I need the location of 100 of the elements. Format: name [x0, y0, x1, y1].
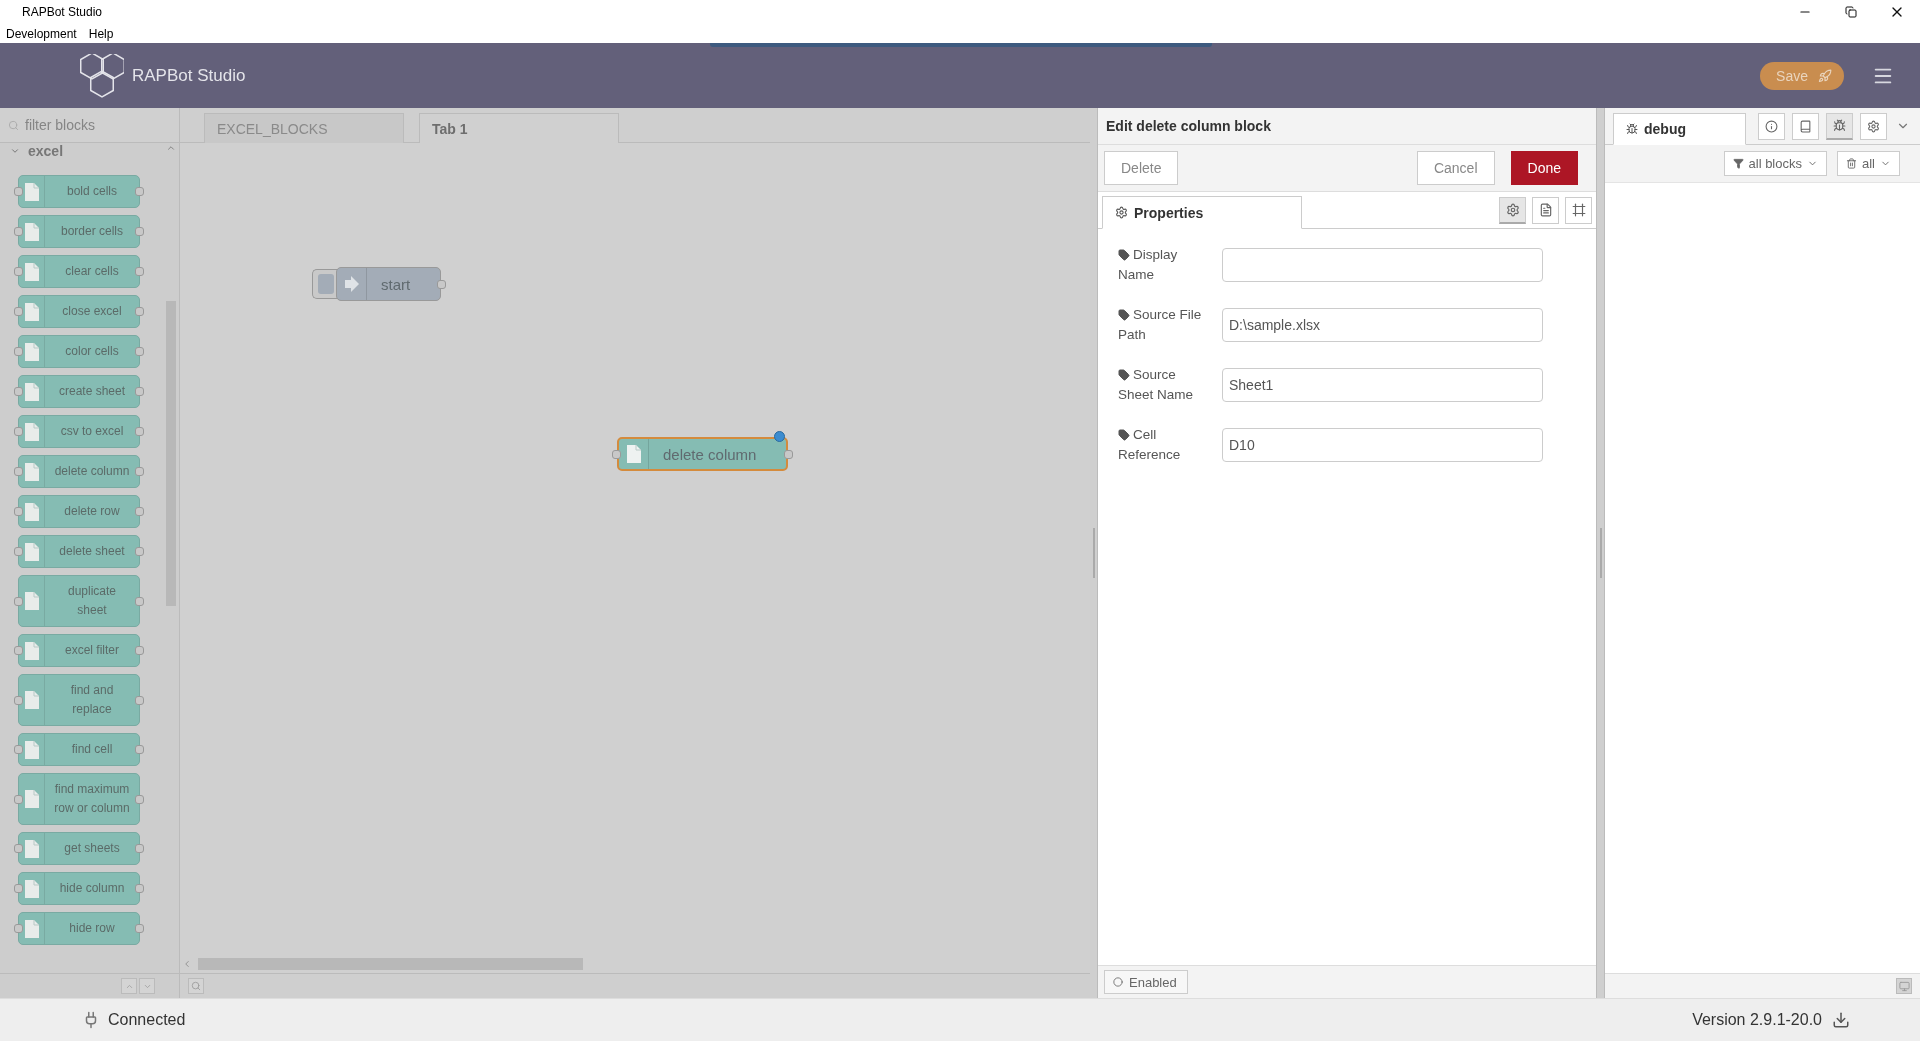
port-icon — [135, 307, 144, 316]
category-header[interactable]: excel — [28, 143, 64, 159]
page-icon — [24, 342, 39, 361]
debug-tab[interactable]: debug — [1613, 113, 1746, 145]
circle-icon — [1113, 977, 1123, 987]
filter-icon — [1732, 158, 1744, 169]
search-icon — [191, 981, 201, 991]
port-icon — [135, 347, 144, 356]
tool-button[interactable] — [1860, 112, 1887, 140]
page-icon — [24, 262, 39, 281]
trigger-button[interactable] — [312, 269, 338, 299]
enabled-toggle[interactable]: Enabled — [1104, 970, 1188, 994]
page-icon — [24, 182, 39, 201]
palette-block[interactable]: excel filter — [18, 634, 140, 667]
editor-title: Edit delete column block — [1106, 118, 1271, 134]
flow-node[interactable]: delete column — [617, 437, 789, 471]
monitor-button[interactable] — [1896, 978, 1912, 994]
info-icon — [1765, 119, 1778, 133]
palette-block[interactable]: find maximum row or column — [18, 773, 140, 825]
page-icon — [24, 222, 39, 241]
input-field[interactable]: D:\sample.xlsx — [1222, 308, 1543, 342]
port-icon — [135, 467, 144, 476]
port-icon — [135, 844, 144, 853]
page-icon — [24, 641, 39, 660]
filter-field[interactable]: filter blocks — [23, 116, 163, 134]
delete-button[interactable]: Delete — [1104, 151, 1179, 185]
tool-button[interactable] — [1826, 112, 1853, 140]
done-button[interactable]: Done — [1510, 151, 1578, 185]
gear-icon — [1867, 119, 1880, 133]
tool-button[interactable] — [1565, 196, 1592, 224]
rocket-icon — [1818, 68, 1832, 83]
tool-button[interactable] — [1792, 112, 1819, 140]
scroll-left-icon[interactable] — [182, 959, 192, 969]
search-button[interactable] — [188, 978, 204, 994]
book-icon — [1799, 119, 1812, 133]
port-icon — [135, 884, 144, 893]
field-label: Source File Path — [1118, 306, 1203, 344]
page-icon — [24, 382, 39, 401]
page-icon — [24, 302, 39, 321]
port-icon — [135, 187, 144, 196]
port-icon — [135, 695, 144, 705]
save-button[interactable]: Save — [1760, 61, 1844, 90]
page-icon — [24, 790, 39, 808]
hexagon-logo-icon — [80, 53, 124, 98]
input-field[interactable]: Sheet1 — [1222, 368, 1543, 402]
palette-block[interactable]: close excel — [18, 295, 140, 328]
tool-button[interactable] — [1532, 196, 1559, 224]
input-field[interactable]: D10 — [1222, 428, 1543, 462]
palette-block[interactable]: find cell — [18, 733, 140, 766]
flow-node[interactable]: start — [336, 267, 442, 301]
gear-icon — [1505, 202, 1520, 217]
scroll-up-icon[interactable] — [166, 143, 176, 153]
palette-block[interactable]: duplicate sheet — [18, 575, 140, 627]
palette-block[interactable]: delete row — [18, 495, 140, 528]
port-icon — [135, 745, 144, 754]
page-icon — [24, 462, 39, 481]
palette-block[interactable]: color cells — [18, 335, 140, 368]
tool-button[interactable] — [1758, 112, 1785, 140]
clear-dropdown[interactable]: all — [1837, 151, 1900, 176]
palette-block[interactable]: bold cells — [18, 175, 140, 208]
palette-block[interactable]: hide column — [18, 872, 140, 905]
palette-block[interactable]: delete column — [18, 455, 140, 488]
port-icon — [135, 924, 144, 933]
port-icon — [135, 387, 144, 396]
properties-tab[interactable]: Properties — [1102, 196, 1302, 229]
menu-item[interactable]: Development — [6, 26, 77, 41]
tag-icon — [1118, 369, 1130, 381]
page-icon — [24, 879, 39, 898]
scrollbar[interactable] — [198, 958, 583, 970]
menu-item[interactable]: Help — [88, 26, 114, 41]
palette-block[interactable]: csv to excel — [18, 415, 140, 448]
tag-icon — [1118, 249, 1130, 261]
page-icon — [24, 919, 39, 938]
download-icon[interactable] — [1832, 1011, 1850, 1029]
window-title: RAPBot Studio — [22, 5, 103, 19]
cancel-button[interactable]: Cancel — [1416, 151, 1495, 185]
palette-block[interactable]: hide row — [18, 912, 140, 945]
field-label: Cell Reference — [1118, 426, 1182, 464]
palette-block[interactable]: border cells — [18, 215, 140, 248]
document-icon — [1538, 203, 1553, 217]
page-icon — [24, 592, 39, 610]
palette-block[interactable]: delete sheet — [18, 535, 140, 568]
palette-block[interactable]: clear cells — [18, 255, 140, 288]
field-label: Source Sheet Name — [1118, 366, 1195, 404]
palette-block[interactable]: create sheet — [18, 375, 140, 408]
monitor-icon — [1898, 980, 1910, 992]
palette-block[interactable]: get sheets — [18, 832, 140, 865]
trash-icon — [1846, 158, 1857, 169]
page-icon — [24, 542, 39, 561]
port-icon — [135, 547, 144, 556]
palette-block[interactable]: find and replace — [18, 674, 140, 726]
port — [784, 449, 794, 459]
page-icon — [626, 445, 641, 463]
field-label: Display Name — [1118, 246, 1179, 284]
workspace-tab[interactable]: Tab 1 — [419, 113, 619, 143]
tool-button[interactable] — [1499, 196, 1526, 224]
input-field[interactable] — [1222, 248, 1543, 282]
filter-dropdown[interactable]: all blocks — [1723, 151, 1827, 176]
chevron-icon — [10, 146, 20, 156]
workspace-tab[interactable]: EXCEL_BLOCKS — [204, 113, 404, 143]
